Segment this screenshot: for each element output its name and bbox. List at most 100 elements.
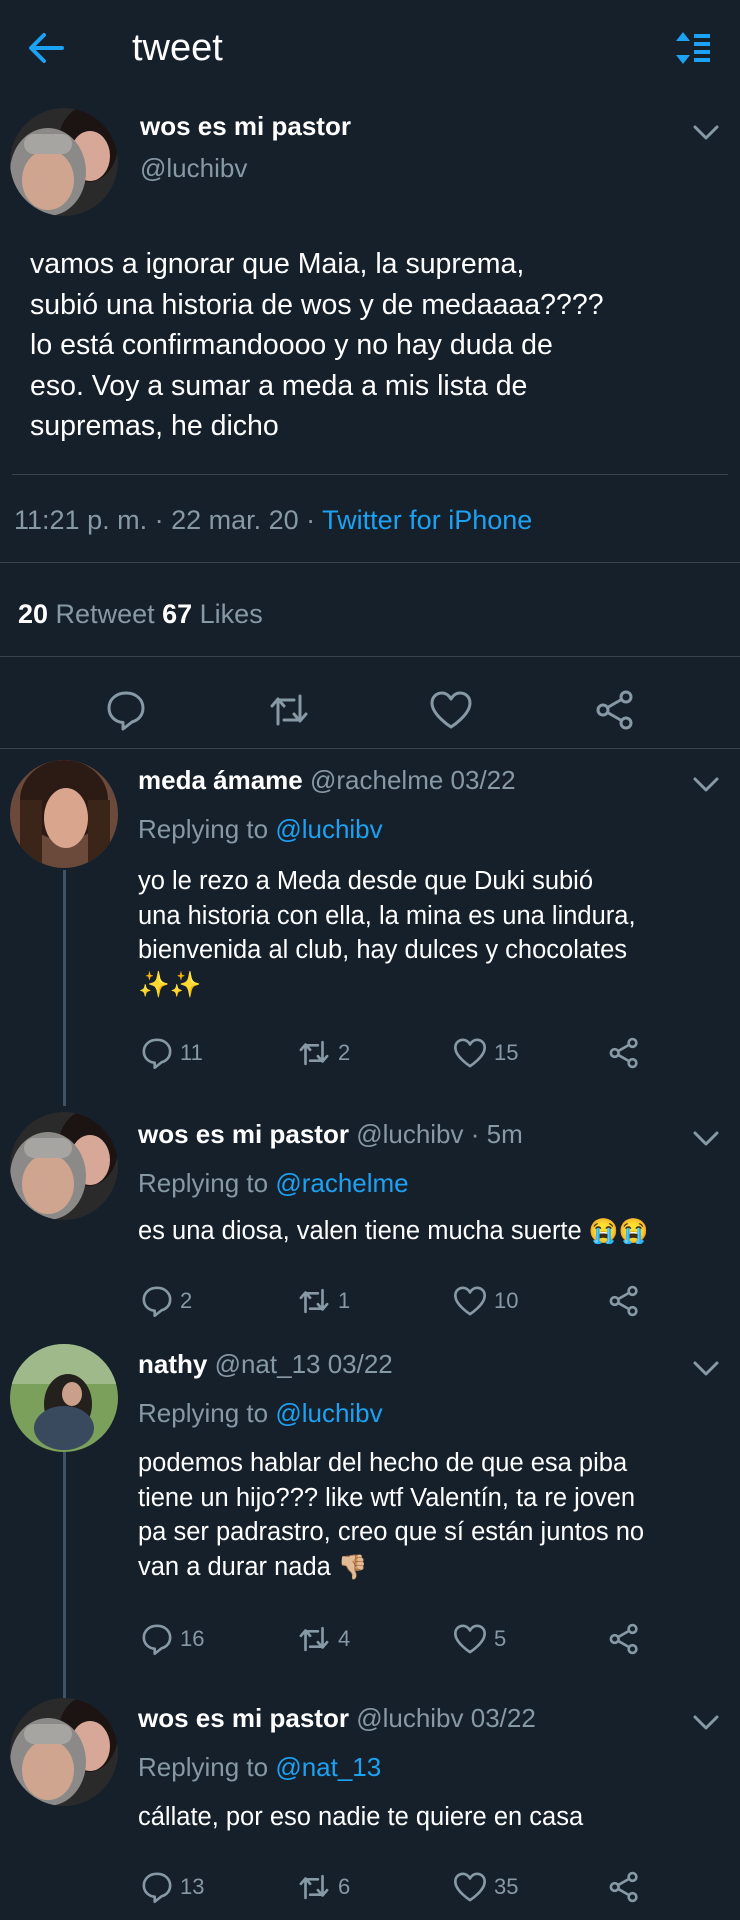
reply-meta[interactable]: @luchibv 03/22 xyxy=(349,1703,536,1733)
like-count: 10 xyxy=(494,1288,519,1313)
replying-to: Replying to @rachelme xyxy=(138,1168,409,1198)
replying-to: Replying to @nat_13 xyxy=(138,1752,382,1782)
chevron-down-icon[interactable] xyxy=(690,116,722,148)
replying-to-link[interactable]: @luchibv xyxy=(275,814,382,844)
divider xyxy=(0,748,740,749)
avatar[interactable] xyxy=(10,1698,118,1806)
reply-meta[interactable]: @rachelme 03/22 xyxy=(303,765,516,795)
chevron-down-icon[interactable] xyxy=(690,1352,722,1384)
divider xyxy=(0,562,740,563)
like-action[interactable]: 5 xyxy=(452,1622,506,1656)
reply-author-name[interactable]: wos es mi pastor xyxy=(138,1119,349,1149)
reply-icon xyxy=(142,1872,172,1903)
reply-header: wos es mi pastor @luchibv · 5m xyxy=(138,1118,523,1150)
reply-count: 13 xyxy=(180,1874,205,1899)
reply-text: podemos hablar del hecho de que esa piba… xyxy=(138,1449,645,1581)
crying-emoji: 😭😭 xyxy=(588,1218,649,1246)
author-name[interactable]: wos es mi pastor xyxy=(140,110,351,142)
replying-to-link[interactable]: @nat_13 xyxy=(275,1752,381,1782)
replying-to-link[interactable]: @rachelme xyxy=(275,1168,408,1198)
retweet-action[interactable]: 4 xyxy=(296,1622,350,1656)
reply-count: 2 xyxy=(180,1288,193,1313)
heart-icon xyxy=(454,1872,486,1902)
retweet-icon[interactable] xyxy=(266,688,312,732)
heart-icon xyxy=(454,1286,486,1316)
retweet-count: 1 xyxy=(338,1288,351,1313)
chevron-down-icon[interactable] xyxy=(690,1122,722,1154)
retweet-icon xyxy=(299,1288,329,1314)
replying-to: Replying to @luchibv xyxy=(138,814,383,844)
sort-icon[interactable] xyxy=(674,28,714,68)
reply-count: 16 xyxy=(180,1626,205,1651)
reply-count: 11 xyxy=(180,1040,203,1065)
retweet-count: 4 xyxy=(338,1626,351,1651)
reply-icon[interactable] xyxy=(104,688,148,732)
share-icon[interactable] xyxy=(606,1622,648,1656)
reply-icon xyxy=(142,1038,172,1069)
heart-icon xyxy=(454,1038,486,1068)
tweet-source-link[interactable]: Twitter for iPhone xyxy=(322,505,532,535)
reply-action[interactable]: 13 xyxy=(140,1870,204,1904)
reply-header: wos es mi pastor @luchibv 03/22 xyxy=(138,1702,536,1734)
thread-line xyxy=(63,1452,66,1700)
thumbs-down-emoji: 👎🏼 xyxy=(337,1553,368,1581)
share-icon[interactable] xyxy=(606,1284,648,1318)
reply-action[interactable]: 2 xyxy=(140,1284,192,1318)
retweet-count: 6 xyxy=(338,1874,351,1899)
sparkles-emoji: ✨✨ xyxy=(138,970,202,999)
share-icon[interactable] xyxy=(592,688,638,732)
retweet-icon xyxy=(299,1040,329,1066)
divider xyxy=(12,474,728,475)
tweet-stats: 20 Retweet 67 Likes xyxy=(18,599,263,629)
reply-action[interactable]: 16 xyxy=(140,1622,204,1656)
replying-to-link[interactable]: @luchibv xyxy=(275,1398,382,1428)
like-action[interactable]: 10 xyxy=(452,1284,518,1318)
replying-to: Replying to @luchibv xyxy=(138,1398,383,1428)
reply-text: yo le rezo a Meda desde que Duki subió u… xyxy=(138,864,738,1002)
tweet-text: vamos a ignorar que Maia, la suprema, su… xyxy=(30,248,604,442)
retweet-icon xyxy=(299,1626,329,1652)
like-action[interactable]: 35 xyxy=(452,1870,518,1904)
reply-action[interactable]: 11 xyxy=(140,1036,203,1070)
reply-author-name[interactable]: nathy xyxy=(138,1349,207,1379)
chevron-down-icon[interactable] xyxy=(690,1706,722,1738)
reply-header: nathy @nat_13 03/22 xyxy=(138,1348,393,1380)
reply-icon xyxy=(142,1286,172,1317)
retweet-count[interactable]: 20 xyxy=(18,599,48,629)
retweet-count: 2 xyxy=(338,1040,351,1065)
like-count: 5 xyxy=(494,1626,507,1651)
share-icon[interactable] xyxy=(606,1870,648,1904)
avatar[interactable] xyxy=(10,1112,118,1220)
avatar[interactable] xyxy=(10,1344,118,1452)
heart-icon xyxy=(454,1624,486,1654)
tweet-meta: 11:21 p. m. · 22 mar. 20 · Twitter for i… xyxy=(14,505,533,535)
like-count: 15 xyxy=(494,1040,519,1065)
reply-icon xyxy=(142,1624,172,1655)
retweet-icon xyxy=(299,1874,329,1900)
retweet-action[interactable]: 1 xyxy=(296,1284,350,1318)
reply-meta[interactable]: @nat_13 03/22 xyxy=(207,1349,393,1379)
chevron-down-icon[interactable] xyxy=(690,768,722,800)
retweet-action[interactable]: 2 xyxy=(296,1036,350,1070)
reply-meta[interactable]: @luchibv · 5m xyxy=(349,1119,523,1149)
avatar[interactable] xyxy=(10,760,118,868)
thread-line xyxy=(63,870,66,1106)
reply-author-name[interactable]: meda ámame xyxy=(138,765,303,795)
tweet-date: 22 mar. 20 xyxy=(171,505,299,535)
like-action[interactable]: 15 xyxy=(452,1036,518,1070)
arrow-left-icon[interactable] xyxy=(26,28,66,68)
share-icon[interactable] xyxy=(606,1036,648,1070)
heart-icon[interactable] xyxy=(428,688,474,732)
tweet-time: 11:21 p. m. xyxy=(14,505,148,535)
reply-header: meda ámame @rachelme 03/22 xyxy=(138,764,516,796)
reply-text: cállate, por eso nadie te quiere en casa xyxy=(138,1803,584,1831)
author-handle[interactable]: @luchibv xyxy=(140,152,247,184)
like-count: 35 xyxy=(494,1874,519,1899)
avatar[interactable] xyxy=(10,108,118,216)
like-count[interactable]: 67 xyxy=(162,599,192,629)
divider xyxy=(0,656,740,657)
reply-text: es una diosa, valen tiene mucha suerte 😭… xyxy=(138,1217,649,1246)
reply-author-name[interactable]: wos es mi pastor xyxy=(138,1703,349,1733)
retweet-action[interactable]: 6 xyxy=(296,1870,350,1904)
page-title: tweet xyxy=(132,27,223,69)
